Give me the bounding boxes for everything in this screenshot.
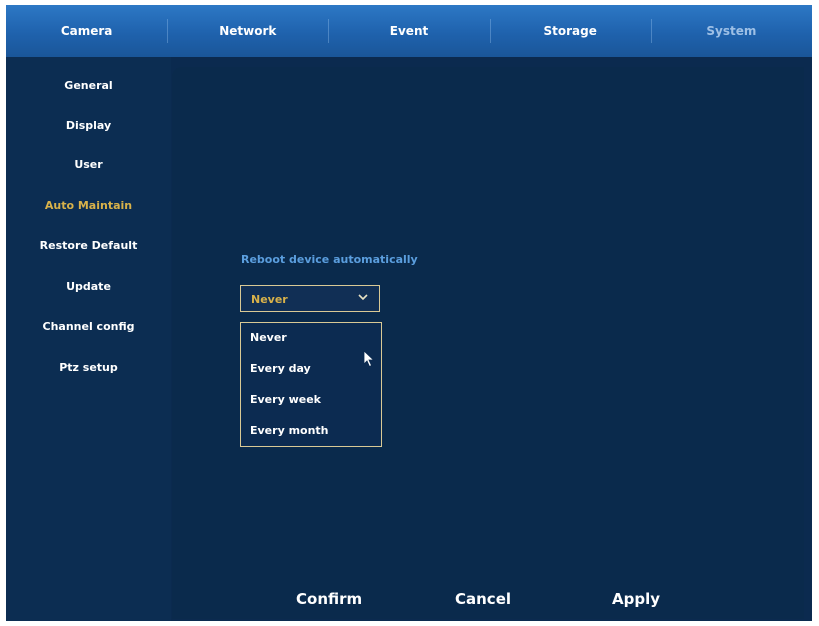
tab-label: Storage [543, 24, 597, 38]
sidebar: General Display User Auto Maintain Resto… [6, 57, 171, 621]
sidebar-item-channel-config[interactable]: Channel config [6, 320, 171, 333]
reboot-label: Reboot device automatically [241, 253, 418, 266]
chevron-down-icon [358, 294, 368, 301]
tab-network[interactable]: Network [167, 5, 328, 57]
tab-event[interactable]: Event [328, 5, 489, 57]
reboot-select-value: Never [251, 293, 288, 306]
top-tab-bar: Camera Network Event Storage System [6, 5, 812, 57]
sidebar-item-restore-default[interactable]: Restore Default [6, 239, 171, 252]
tab-camera[interactable]: Camera [6, 5, 167, 57]
confirm-button[interactable]: Confirm [296, 590, 362, 608]
tab-system[interactable]: System [650, 5, 812, 57]
tab-label: Camera [60, 24, 113, 38]
tab-label: System [706, 24, 757, 38]
sidebar-item-display[interactable]: Display [6, 119, 171, 132]
dropdown-option-every-month[interactable]: Every month [250, 424, 329, 437]
cancel-button[interactable]: Cancel [455, 590, 511, 608]
sidebar-item-user[interactable]: User [6, 158, 171, 171]
dvr-settings-screen: Camera Network Event Storage System Gene… [6, 5, 812, 621]
mouse-cursor-icon [363, 350, 375, 368]
sidebar-item-auto-maintain[interactable]: Auto Maintain [6, 199, 171, 212]
reboot-select[interactable]: Never [240, 285, 380, 312]
tab-storage[interactable]: Storage [489, 5, 651, 57]
reboot-dropdown-list: Never Every day Every week Every month [240, 322, 382, 447]
tab-label: Network [219, 24, 277, 38]
dropdown-option-every-day[interactable]: Every day [250, 362, 311, 375]
dropdown-option-never[interactable]: Never [250, 331, 287, 344]
sidebar-item-ptz-setup[interactable]: Ptz setup [6, 361, 171, 374]
sidebar-item-general[interactable]: General [6, 79, 171, 92]
sidebar-item-update[interactable]: Update [6, 280, 171, 293]
dropdown-option-every-week[interactable]: Every week [250, 393, 321, 406]
tab-label: Event [389, 24, 429, 38]
apply-button[interactable]: Apply [612, 590, 660, 608]
